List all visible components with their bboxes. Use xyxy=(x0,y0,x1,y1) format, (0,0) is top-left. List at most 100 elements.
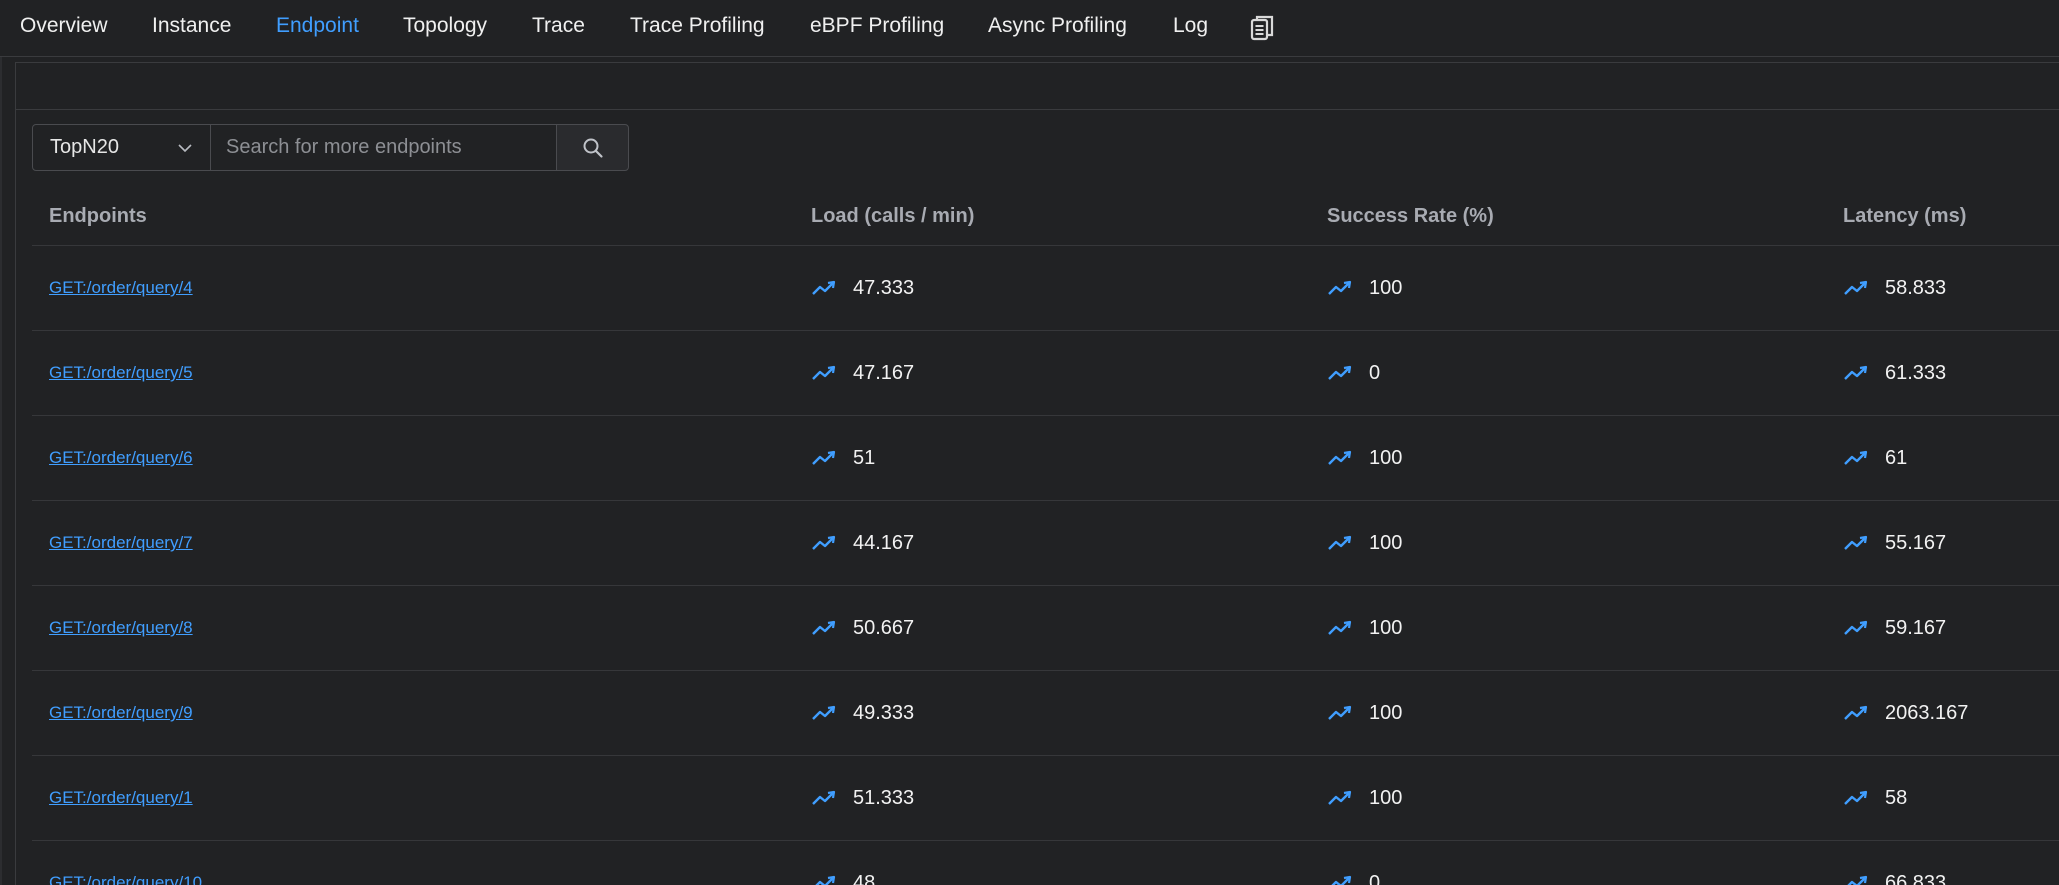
trend-line-icon[interactable] xyxy=(1843,364,1869,382)
trend-line-icon[interactable] xyxy=(811,789,837,807)
trend-line-icon[interactable] xyxy=(1327,534,1353,552)
trend-line-icon[interactable] xyxy=(1843,449,1869,467)
latency-cell: 58.833 xyxy=(1843,246,1946,330)
trend-line-icon[interactable] xyxy=(1327,789,1353,807)
table-row: GET:/order/query/5 47.167 0 61.333 xyxy=(32,331,2059,416)
load-value: 47.167 xyxy=(853,361,915,384)
endpoint-link[interactable]: GET:/order/query/10 xyxy=(49,873,202,885)
table-row: GET:/order/query/7 44.167 100 55.167 xyxy=(32,501,2059,586)
endpoint-link[interactable]: GET:/order/query/4 xyxy=(49,278,193,298)
trend-line-icon[interactable] xyxy=(1327,279,1353,297)
success-rate-value: 0 xyxy=(1369,871,1381,885)
tab-ebpf-profiling[interactable]: eBPF Profiling xyxy=(810,14,944,38)
trend-line-icon[interactable] xyxy=(811,874,837,885)
table-row: GET:/order/query/9 49.333 100 2063.167 xyxy=(32,671,2059,756)
column-header-endpoints: Endpoints xyxy=(49,205,147,227)
endpoint-link[interactable]: GET:/order/query/5 xyxy=(49,363,193,383)
load-cell: 49.333 xyxy=(811,671,914,755)
load-value: 48 xyxy=(853,871,876,885)
latency-value: 55.167 xyxy=(1885,531,1947,554)
success-rate-cell: 100 xyxy=(1327,416,1402,500)
topn-select[interactable]: TopN20 xyxy=(32,124,211,171)
load-cell: 44.167 xyxy=(811,501,914,585)
panel-header xyxy=(16,63,2059,110)
trend-line-icon[interactable] xyxy=(811,279,837,297)
table-row: GET:/order/query/4 47.333 100 58.833 xyxy=(32,246,2059,331)
table-row: GET:/order/query/6 51 100 61 xyxy=(32,416,2059,501)
trend-line-icon[interactable] xyxy=(1327,874,1353,885)
load-value: 51 xyxy=(853,446,876,469)
tab-trace-profiling[interactable]: Trace Profiling xyxy=(630,14,765,38)
endpoint-table: Endpoints Load (calls / min) Success Rat… xyxy=(32,185,2059,885)
latency-cell: 59.167 xyxy=(1843,586,1946,670)
trend-line-icon[interactable] xyxy=(1843,619,1869,637)
topn-select-value: TopN20 xyxy=(50,136,119,158)
trend-line-icon[interactable] xyxy=(1843,534,1869,552)
success-rate-value: 100 xyxy=(1369,786,1403,809)
trend-line-icon[interactable] xyxy=(1843,874,1869,885)
load-value: 49.333 xyxy=(853,701,915,724)
latency-cell: 61 xyxy=(1843,416,1907,500)
latency-cell: 58 xyxy=(1843,756,1907,840)
success-rate-value: 0 xyxy=(1369,361,1381,384)
page: Overview Instance Endpoint Topology Trac… xyxy=(0,0,2059,885)
success-rate-cell: 0 xyxy=(1327,331,1380,415)
success-rate-cell: 100 xyxy=(1327,501,1402,585)
success-rate-cell: 0 xyxy=(1327,841,1380,885)
trend-line-icon[interactable] xyxy=(1327,364,1353,382)
endpoint-link[interactable]: GET:/order/query/1 xyxy=(49,788,193,808)
load-value: 44.167 xyxy=(853,531,915,554)
latency-value: 58.833 xyxy=(1885,276,1947,299)
success-rate-value: 100 xyxy=(1369,446,1403,469)
success-rate-value: 100 xyxy=(1369,616,1403,639)
trend-line-icon[interactable] xyxy=(1843,789,1869,807)
latency-value: 2063.167 xyxy=(1885,701,1969,724)
load-cell: 48 xyxy=(811,841,875,885)
column-header-load: Load (calls / min) xyxy=(811,205,975,227)
tab-instance[interactable]: Instance xyxy=(152,14,231,38)
chevron-down-icon xyxy=(178,143,192,152)
endpoint-link[interactable]: GET:/order/query/9 xyxy=(49,703,193,723)
table-row: GET:/order/query/1 51.333 100 58 xyxy=(32,756,2059,841)
trend-line-icon[interactable] xyxy=(811,449,837,467)
tab-overview[interactable]: Overview xyxy=(20,14,108,38)
endpoint-link[interactable]: GET:/order/query/6 xyxy=(49,448,193,468)
tab-topology[interactable]: Topology xyxy=(403,14,487,38)
endpoint-cell: GET:/order/query/5 xyxy=(49,331,193,415)
endpoint-link[interactable]: GET:/order/query/7 xyxy=(49,533,193,553)
left-rail xyxy=(0,0,2,885)
load-value: 50.667 xyxy=(853,616,915,639)
success-rate-cell: 100 xyxy=(1327,671,1402,755)
tab-trace[interactable]: Trace xyxy=(532,14,585,38)
latency-value: 66.833 xyxy=(1885,871,1947,885)
success-rate-value: 100 xyxy=(1369,531,1403,554)
success-rate-cell: 100 xyxy=(1327,246,1402,330)
latency-cell: 2063.167 xyxy=(1843,671,1968,755)
search-button[interactable] xyxy=(556,124,629,171)
trend-line-icon[interactable] xyxy=(1843,279,1869,297)
endpoint-link[interactable]: GET:/order/query/8 xyxy=(49,618,193,638)
tab-async-profiling[interactable]: Async Profiling xyxy=(988,14,1127,38)
endpoint-cell: GET:/order/query/7 xyxy=(49,501,193,585)
trend-line-icon[interactable] xyxy=(811,619,837,637)
table-row: GET:/order/query/8 50.667 100 59.167 xyxy=(32,586,2059,671)
trend-line-icon[interactable] xyxy=(1327,704,1353,722)
copy-icon[interactable] xyxy=(1250,14,1276,42)
trend-line-icon[interactable] xyxy=(811,364,837,382)
trend-line-icon[interactable] xyxy=(1843,704,1869,722)
trend-line-icon[interactable] xyxy=(811,704,837,722)
latency-cell: 61.333 xyxy=(1843,331,1946,415)
success-rate-value: 100 xyxy=(1369,276,1403,299)
tab-log[interactable]: Log xyxy=(1173,14,1208,38)
trend-line-icon[interactable] xyxy=(1327,449,1353,467)
tab-endpoint[interactable]: Endpoint xyxy=(276,14,359,38)
endpoint-search-input[interactable] xyxy=(211,124,556,171)
load-value: 51.333 xyxy=(853,786,915,809)
endpoint-cell: GET:/order/query/1 xyxy=(49,756,193,840)
trend-line-icon[interactable] xyxy=(811,534,837,552)
trend-line-icon[interactable] xyxy=(1327,619,1353,637)
latency-value: 61 xyxy=(1885,446,1908,469)
latency-value: 61.333 xyxy=(1885,361,1947,384)
endpoint-cell: GET:/order/query/8 xyxy=(49,586,193,670)
endpoint-cell: GET:/order/query/10 xyxy=(49,841,202,885)
